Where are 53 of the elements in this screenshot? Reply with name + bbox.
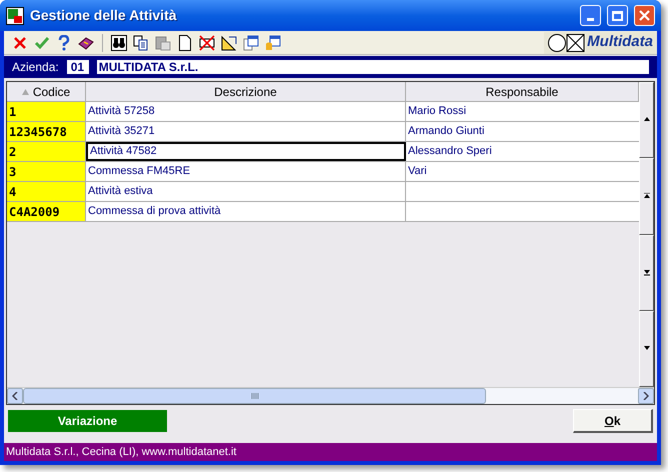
scroll-left-button[interactable] — [7, 388, 23, 404]
description-cell: Attività 57258 — [86, 102, 406, 121]
new-page-icon[interactable] — [177, 34, 193, 50]
code-cell: 4 — [7, 182, 86, 201]
minimize-button[interactable] — [580, 5, 601, 26]
owner-cell: Mario Rossi — [406, 102, 639, 121]
scroll-down-icon — [644, 346, 650, 352]
navigation-button[interactable] — [639, 310, 654, 387]
status-bar: Multidata S.r.l., Cecina (LI), www.multidatanet.it — [4, 443, 657, 461]
close-icon[interactable] — [12, 34, 28, 50]
code-cell: C4A2009 — [7, 202, 86, 221]
owner-cell: Armando Giunti — [406, 122, 639, 141]
navigation-button[interactable] — [639, 82, 654, 158]
scrollbar-thumb[interactable] — [23, 388, 486, 404]
ok-button[interactable]: Ok — [573, 409, 653, 433]
delete-record-icon[interactable] — [199, 34, 215, 50]
copy-icon[interactable] — [133, 34, 149, 50]
code-cell: 3 — [7, 162, 86, 181]
description-cell: Attività estiva — [86, 182, 406, 201]
check-icon[interactable] — [34, 34, 50, 50]
app-icon — [6, 6, 24, 24]
book-icon[interactable] — [78, 34, 94, 50]
description-cell: Attività 47582 — [86, 142, 406, 161]
mode-label: Variazione — [8, 410, 167, 432]
binoculars-icon[interactable] — [111, 34, 127, 50]
code-cell: 2 — [7, 142, 86, 161]
window-title: Gestione delle Attività — [30, 6, 178, 25]
navigation-button[interactable] — [639, 158, 654, 234]
close-icon — [639, 10, 650, 21]
navigation-button[interactable] — [639, 234, 654, 311]
company-code-field[interactable]: 01 — [66, 60, 89, 74]
close-button[interactable] — [634, 5, 655, 26]
description-cell: Attività 35271 — [86, 122, 406, 141]
scroll-first-icon — [644, 193, 650, 200]
maximize-button[interactable] — [607, 5, 628, 26]
description-cell: Commessa FM45RE — [86, 162, 406, 181]
column-label: Codice — [32, 84, 70, 100]
window-icon[interactable] — [243, 34, 259, 50]
scroll-last-icon — [644, 270, 650, 276]
help-icon[interactable] — [56, 34, 72, 50]
database-table-icon[interactable] — [265, 34, 281, 50]
paste-icon[interactable] — [155, 34, 171, 50]
scroll-right-button[interactable] — [638, 388, 654, 404]
ruler-icon[interactable] — [221, 34, 237, 50]
description-cell: Commessa di prova attività — [86, 202, 406, 221]
code-cell: 1 — [7, 102, 86, 121]
scroll-up-icon — [644, 117, 650, 124]
owner-cell: Alessandro Speri — [406, 142, 639, 161]
code-cell: 12345678 — [7, 122, 86, 141]
owner-cell: Vari — [406, 162, 639, 181]
company-name-field[interactable]: MULTIDATA S.r.L. — [96, 60, 649, 74]
company-label: Azienda: — [12, 59, 59, 76]
company-logo: Multidata — [544, 32, 657, 54]
